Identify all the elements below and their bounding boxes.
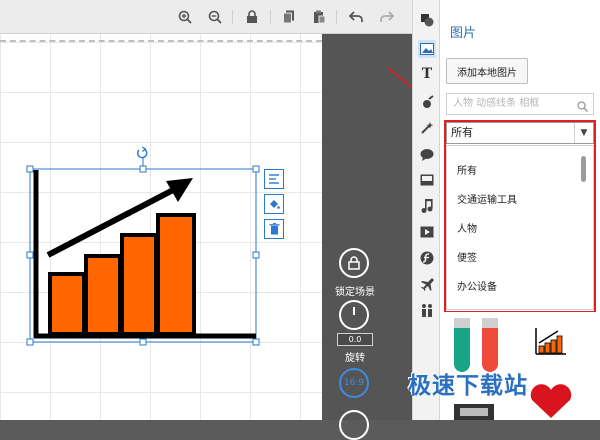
page-boundary-line xyxy=(0,40,322,42)
toolbar-divider xyxy=(270,10,271,24)
paste-icon[interactable] xyxy=(310,8,328,26)
magic-wand-icon[interactable] xyxy=(419,120,435,136)
heart-thumbnail[interactable] xyxy=(526,382,576,420)
watermark-text: 极速下载站 xyxy=(408,373,528,399)
chart-bar xyxy=(48,272,86,336)
background-icon[interactable] xyxy=(419,172,435,188)
people-icon[interactable] xyxy=(419,302,435,318)
toolbar-divider xyxy=(336,10,337,24)
picture-icon[interactable] xyxy=(418,40,436,58)
top-toolbar xyxy=(0,0,412,34)
machine-thumbnail[interactable] xyxy=(452,402,496,420)
aspect-ratio-button[interactable]: 16:9 xyxy=(339,368,369,398)
rotate-label: 旋转 xyxy=(345,353,365,364)
lock-icon xyxy=(348,256,360,270)
zoom-in-icon[interactable] xyxy=(176,8,194,26)
rotate-handle-icon xyxy=(137,146,148,159)
chart-image[interactable] xyxy=(20,140,290,355)
music-icon[interactable] xyxy=(419,198,435,214)
annotation-highlight-box xyxy=(444,120,596,313)
chart-bar xyxy=(120,233,158,336)
align-icon[interactable] xyxy=(264,169,284,189)
chart-bar xyxy=(84,254,122,336)
undo-icon[interactable] xyxy=(347,8,365,26)
speech-bubble-icon[interactable] xyxy=(419,146,435,162)
search-icon[interactable] xyxy=(577,97,589,116)
chart-bar xyxy=(156,213,196,336)
lock-scene-label: 锁定场景 xyxy=(335,287,375,298)
shape-icon[interactable] xyxy=(419,12,435,28)
scene-control-button[interactable] xyxy=(339,410,369,440)
airplane-icon[interactable] xyxy=(419,276,435,292)
rotate-value-input[interactable]: 0.0 xyxy=(337,333,373,346)
icon-sidebar: T xyxy=(412,0,440,420)
copy-icon[interactable] xyxy=(280,8,298,26)
toolbar-divider xyxy=(232,10,233,24)
rotate-dial-needle xyxy=(353,307,355,315)
redo-icon[interactable] xyxy=(378,8,396,26)
fill-icon[interactable] xyxy=(264,194,284,214)
add-local-image-button[interactable]: 添加本地图片 xyxy=(446,58,528,84)
lock-scene-button[interactable] xyxy=(339,248,369,278)
image-search-input[interactable]: 人物 动感线条 相框 xyxy=(446,93,594,115)
aspect-ratio-label: 16:9 xyxy=(343,378,365,388)
flash-icon[interactable] xyxy=(419,250,435,266)
lock-icon[interactable] xyxy=(243,8,261,26)
rotate-dial[interactable] xyxy=(339,300,369,330)
text-icon[interactable]: T xyxy=(419,66,435,82)
panel-title: 图片 xyxy=(450,26,477,41)
video-icon[interactable] xyxy=(419,224,435,240)
effect-icon[interactable] xyxy=(419,94,435,110)
delete-icon[interactable] xyxy=(264,219,284,239)
zoom-out-icon[interactable] xyxy=(206,8,224,26)
bar-chart-thumbnail[interactable] xyxy=(530,318,586,368)
